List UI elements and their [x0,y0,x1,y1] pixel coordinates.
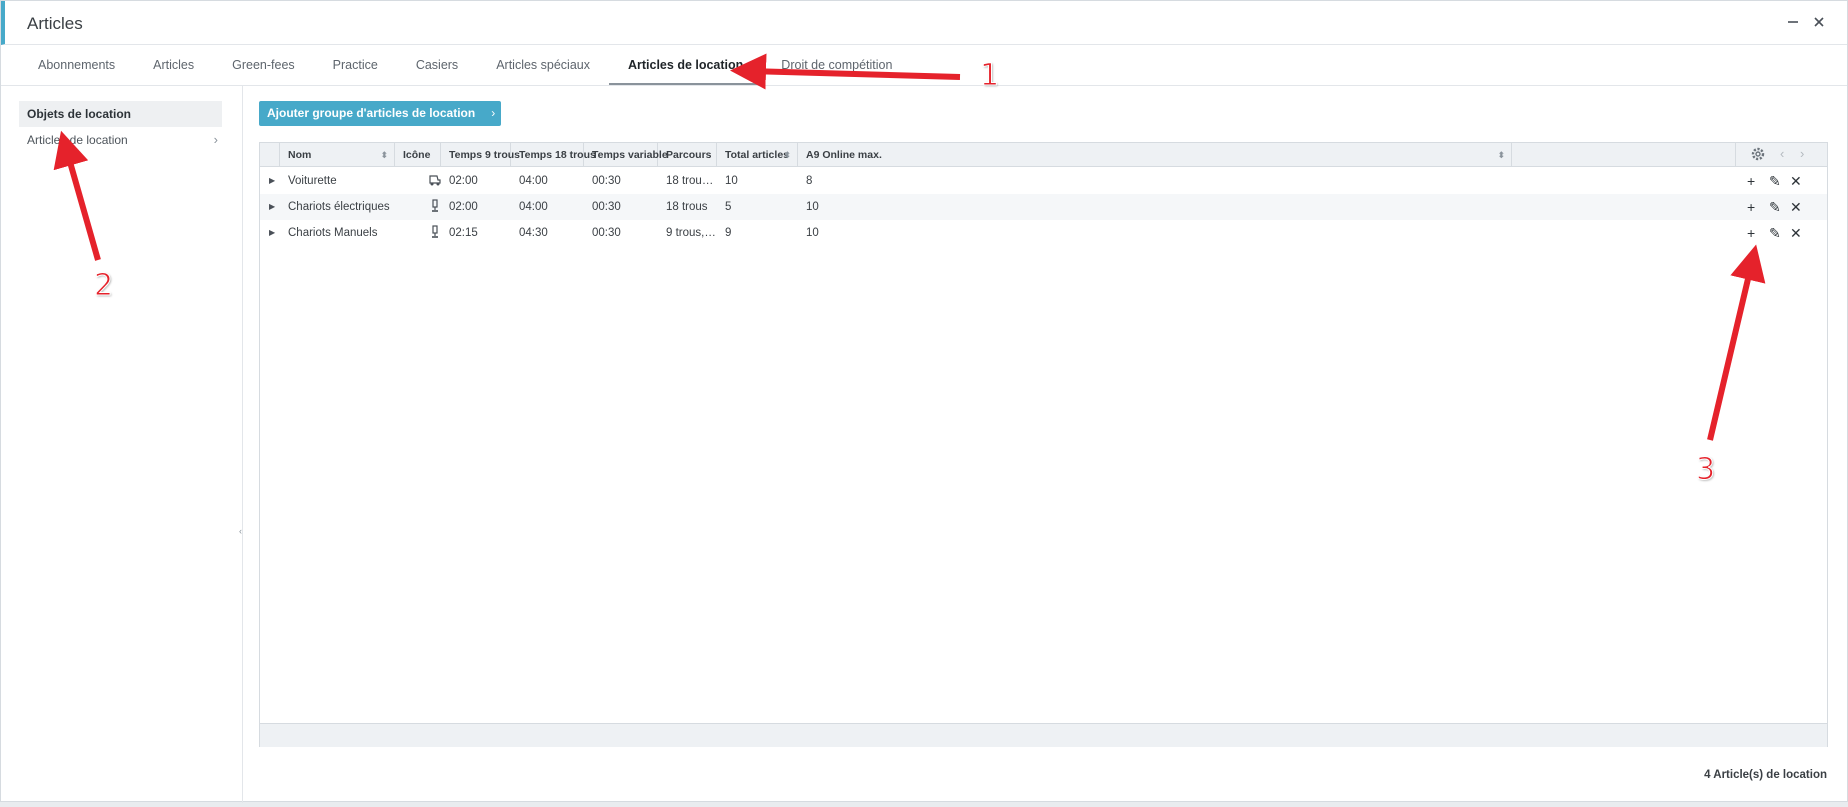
column-header-parcours[interactable]: Parcours [658,143,717,167]
tab-practice[interactable]: Practice [314,45,397,85]
tab-droit-de-competition[interactable]: Droit de compétition [762,45,911,85]
table-row[interactable]: ▶ Chariots électriques 02:00 04:00 00:30… [260,194,1827,220]
cell-temps-variable: 00:30 [592,227,621,239]
cell-temps-variable: 00:30 [592,175,621,187]
sort-icon[interactable]: ⬍ [1497,143,1505,167]
column-header-nom[interactable]: Nom ⬍ [280,143,395,167]
cell-total-articles: 10 [725,175,738,187]
row-actions: + ✎ ✕ [1747,168,1807,194]
close-icon[interactable] [1807,11,1831,35]
expand-row-icon[interactable]: ▶ [269,168,275,194]
column-header-total-articles[interactable]: Total articles ⬍ [717,143,798,167]
add-rental-group-button[interactable]: Ajouter groupe d'articles de location › [259,101,502,126]
chevron-right-icon: › [213,132,218,147]
annotation-label-2: 2 [93,268,114,304]
edit-pencil-icon[interactable]: ✎ [1769,168,1781,194]
cell-online-max: 10 [806,201,819,213]
sidebar-item-articles-de-location[interactable]: Articles de location › [19,127,222,153]
rental-items-count: 4 Article(s) de location [1704,769,1827,781]
cell-temps-18: 04:30 [519,227,548,239]
column-header-temps-9[interactable]: Temps 9 trous [441,143,520,167]
window-title: Articles [27,14,83,33]
cell-temps-variable: 00:30 [592,201,621,213]
annotation-label-3: 3 [1695,452,1716,488]
tabs-divider [1,85,1847,86]
sort-icon[interactable]: ⬍ [380,143,388,167]
column-header-temps-18[interactable]: Temps 18 trous [511,143,596,167]
tab-abonnements[interactable]: Abonnements [19,45,134,85]
add-icon[interactable]: + [1747,194,1755,220]
rental-items-grid: Nom ⬍ Icône Temps 9 trous Temps 18 trous… [259,142,1828,747]
edit-pencil-icon[interactable]: ✎ [1769,220,1781,246]
cell-online-max: 8 [806,175,813,187]
table-row[interactable]: ▶ Voiturette 02:00 04:00 00:30 18 trous,… [260,168,1827,194]
grid-header-tools: ‹ › [1735,143,1827,167]
cell-temps-9: 02:00 [449,175,478,187]
cell-parcours: 18 trous,... [666,175,717,187]
header-expander-column [260,143,280,167]
cell-nom: Voiturette [288,175,337,187]
cell-parcours: 9 trous, ... [666,227,717,239]
sidebar-collapse-handle[interactable]: ‹ [239,526,242,536]
cell-online-max: 10 [806,227,819,239]
tab-green-fees[interactable]: Green-fees [213,45,314,85]
sidebar-item-label: Articles de location [27,133,128,147]
add-rental-group-label: Ajouter groupe d'articles de location [267,106,476,120]
column-header-icone[interactable]: Icône [395,143,441,167]
tab-articles-speciaux[interactable]: Articles spéciaux [477,45,609,85]
cell-temps-9: 02:00 [449,201,478,213]
add-icon[interactable]: + [1747,220,1755,246]
tab-articles-de-location[interactable]: Articles de location [608,45,763,85]
add-icon[interactable]: + [1747,168,1755,194]
column-header-label: Nom [288,149,312,161]
sort-icon[interactable]: ⬍ [783,143,791,167]
column-header-temps-variable[interactable]: Temps variable [584,143,668,167]
grid-footer [260,723,1827,747]
golf-cart-icon [428,173,442,190]
trolley-icon [428,225,442,242]
sidebar-item-label: Objets de location [27,107,132,121]
cell-parcours: 18 trous [666,201,708,213]
gear-icon[interactable] [1750,146,1766,165]
table-row[interactable]: ▶ Chariots Manuels 02:15 04:30 00:30 9 t… [260,220,1827,246]
trolley-icon [428,199,442,216]
tab-bar: Abonnements Articles Green-fees Practice… [19,45,911,85]
cell-total-articles: 5 [725,201,732,213]
chevron-right-icon: › [491,106,496,120]
chevron-left-icon[interactable]: ‹ [1780,146,1784,161]
articles-window: Articles Abonnements Articles Green-fees… [0,0,1848,803]
column-header-label: Total articles [725,149,789,161]
tab-articles[interactable]: Articles [134,45,213,85]
window-titlebar: Articles [1,1,1847,45]
annotation-label-1: 1 [979,58,1000,94]
chevron-right-icon[interactable]: › [1800,146,1804,161]
sidebar: Objets de location Articles de location … [1,86,243,803]
cell-nom: Chariots électriques [288,201,390,213]
sidebar-item-objets-de-location[interactable]: Objets de location [19,101,222,127]
delete-icon[interactable]: ✕ [1790,220,1802,246]
cell-nom: Chariots Manuels [288,227,378,239]
column-header-online-max[interactable]: A9 Online max. ⬍ [798,143,1512,167]
minimize-icon[interactable] [1781,11,1805,35]
cell-temps-18: 04:00 [519,175,548,187]
column-header-label: A9 Online max. [806,149,882,161]
tab-casiers[interactable]: Casiers [397,45,477,85]
row-actions: + ✎ ✕ [1747,220,1807,246]
cell-temps-9: 02:15 [449,227,478,239]
grid-header: Nom ⬍ Icône Temps 9 trous Temps 18 trous… [260,143,1827,167]
delete-icon[interactable]: ✕ [1790,194,1802,220]
edit-pencil-icon[interactable]: ✎ [1769,194,1781,220]
cell-total-articles: 9 [725,227,732,239]
expand-row-icon[interactable]: ▶ [269,220,275,246]
cell-temps-18: 04:00 [519,201,548,213]
row-actions: + ✎ ✕ [1747,194,1807,220]
delete-icon[interactable]: ✕ [1790,168,1802,194]
expand-row-icon[interactable]: ▶ [269,194,275,220]
